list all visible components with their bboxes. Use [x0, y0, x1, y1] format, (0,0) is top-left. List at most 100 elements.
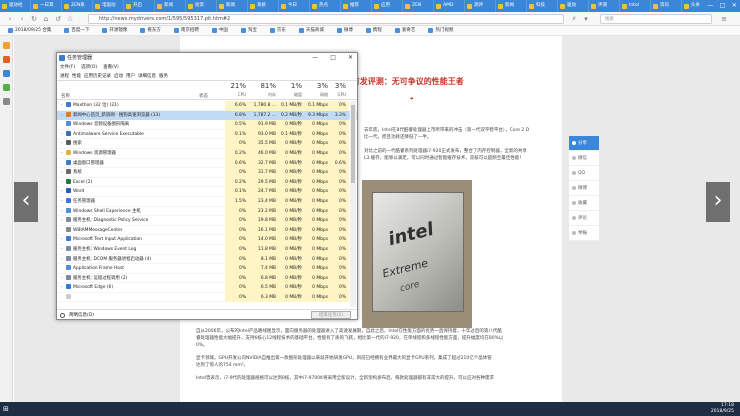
process-row[interactable]: › 搜索 0% 35.5 MB 0 MB/秒 0 Mbps 0% [57, 139, 357, 149]
minimize-icon[interactable]: — [312, 53, 318, 63]
column-gpu[interactable]: 3% GPU [331, 81, 349, 100]
tab-processes[interactable]: 进程 [60, 72, 69, 80]
dropdown-icon[interactable]: ▾ [582, 15, 590, 23]
browser-tab[interactable]: 开启 [124, 0, 155, 12]
bookmark-item[interactable]: 淘宝 [240, 26, 257, 35]
column-name[interactable]: 名称 [61, 93, 70, 99]
browser-tab[interactable]: 测评 [465, 0, 496, 12]
share-item[interactable]: 评论 [569, 211, 599, 226]
tab-services[interactable]: 服务 [159, 72, 168, 80]
collapse-icon[interactable] [60, 313, 65, 318]
tool-icon[interactable] [3, 98, 10, 105]
process-row[interactable]: 0% 6.3 MB 0 MB/秒 0 Mbps 0% [57, 292, 357, 303]
expand-chevron-icon[interactable]: › [61, 168, 65, 178]
process-row[interactable]: › 服务主机: 远程过程调用 (2) 0% 6.8 MB 0 MB/秒 0 Mbps 0% [57, 273, 357, 284]
expand-chevron-icon[interactable]: › [61, 178, 65, 188]
end-task-button[interactable]: 结束任务(E) [311, 311, 351, 319]
next-arrow-button[interactable]: › [706, 182, 730, 222]
bookmark-item[interactable]: 热门视频 [428, 26, 453, 35]
maximize-icon[interactable]: □ [720, 0, 726, 12]
minimize-icon[interactable]: — [707, 0, 713, 12]
browser-tab[interactable]: 资讯 [651, 0, 682, 12]
expand-chevron-icon[interactable]: › [61, 130, 65, 140]
expand-chevron-icon[interactable]: › [61, 139, 65, 149]
taskbar-clock[interactable]: 17:18 2018/9/25 [711, 403, 734, 415]
expand-chevron-icon[interactable]: › [61, 187, 65, 197]
column-cpu[interactable]: 21% CPU [225, 81, 249, 100]
browser-tab[interactable]: 新闻 [217, 0, 248, 12]
browser-tab[interactable]: 新闻 [155, 0, 186, 12]
app-icon[interactable] [3, 84, 10, 91]
bookmark-item[interactable]: 开源镜像 [102, 26, 127, 35]
browser-tab[interactable]: 驱动 [558, 0, 589, 12]
menu-icon[interactable]: ≡ [720, 15, 728, 23]
browser-tab[interactable]: 驱动经 [0, 0, 31, 12]
process-row[interactable]: › Antimalware Service Executable 0.1% 93.0 … [57, 129, 357, 140]
share-item[interactable]: 微信 [569, 151, 599, 166]
expand-chevron-icon[interactable]: › [61, 245, 65, 255]
refresh-icon[interactable]: ↻ [30, 15, 38, 23]
menu-options[interactable]: 选项(O) [81, 63, 97, 72]
note-icon[interactable] [3, 70, 10, 77]
bookmark-item[interactable]: 百度一下 [64, 26, 89, 35]
process-row[interactable]: 桌面窗口管理器 0.6% 32.7 MB 0 MB/秒 0 Mbps 0.6% [57, 158, 357, 169]
bookmark-item[interactable]: 中国 [211, 26, 228, 35]
column-status[interactable]: 状态 [199, 93, 208, 99]
menu-file[interactable]: 文件(F) [60, 63, 75, 72]
process-row[interactable]: › 服务主机: DCOM 服务器进程启动器 (4) 0% 8.1 MB 0 MB/秒 0 … [57, 254, 357, 265]
process-row[interactable]: › Microsoft Edge (6) 0% 6.5 MB 0 MB/秒 0 Mbps 0… [57, 283, 357, 293]
back-icon[interactable]: ‹ [6, 15, 14, 23]
browser-tab[interactable]: 评测 [589, 0, 620, 12]
browser-tab[interactable]: ZEN [403, 0, 434, 12]
process-row[interactable]: › 新闻中心首页_新浪网 · 搜狗高速浏览器 (13) 6.8% 1,787.2 ..… [57, 110, 357, 121]
favorite-icon[interactable]: ☆ [66, 15, 74, 23]
share-item[interactable]: QQ [569, 166, 599, 181]
process-row[interactable]: › 系统 0% 31.7 MB 0 MB/秒 0 Mbps 0% [57, 168, 357, 178]
lightning-icon[interactable]: ⚡ [570, 15, 578, 23]
process-row[interactable]: Application Frame Host 0% 7.4 MB 0 MB/秒 0 Mb… [57, 264, 357, 274]
share-item[interactable]: 举报 [569, 226, 599, 241]
close-icon[interactable]: ✕ [348, 53, 353, 63]
start-icon[interactable]: ⊞ [3, 405, 11, 413]
bookmark-item[interactable]: 看东方 [140, 26, 161, 35]
browser-tab[interactable]: 科技 [527, 0, 558, 12]
expand-chevron-icon[interactable]: › [61, 235, 65, 245]
expand-chevron-icon[interactable]: › [61, 274, 65, 284]
bookmark-item[interactable]: 京东 [269, 26, 286, 35]
heart-icon[interactable]: ❤ [410, 96, 413, 101]
process-row[interactable]: › 服务主机: Diagnostic Policy Service 0% 19.8 M… [57, 216, 357, 226]
expand-chevron-icon[interactable]: › [61, 255, 65, 265]
undo-icon[interactable]: ↺ [54, 15, 62, 23]
tab-startup[interactable]: 启动 [114, 72, 123, 80]
expand-chevron-icon[interactable]: › [61, 149, 65, 159]
maximize-icon[interactable]: □ [330, 53, 336, 63]
expand-chevron-icon[interactable]: › [61, 197, 65, 207]
process-row[interactable]: › Windows Shell Experience 主机 0% 23.2 MB 0 M… [57, 206, 357, 217]
tab-performance[interactable]: 性能 [72, 72, 81, 80]
browser-tab[interactable]: AMD [434, 0, 465, 12]
tab-details[interactable]: 详细信息 [138, 72, 156, 80]
tab-app-history[interactable]: 应用历史记录 [84, 72, 111, 80]
column-memory[interactable]: 81% 内存 [249, 81, 279, 100]
browser-tab[interactable]: ZEN系 [62, 0, 93, 12]
browser-tab[interactable]: Intel [620, 0, 651, 12]
tab-users[interactable]: 用户 [126, 72, 135, 80]
process-row[interactable]: › Word 0.1% 24.7 MB 0 MB/秒 0 Mbps 0% [57, 187, 357, 197]
expand-chevron-icon[interactable]: › [61, 216, 65, 226]
expand-chevron-icon[interactable]: › [61, 111, 65, 121]
browser-tab[interactable]: 一日耳 [31, 0, 62, 12]
process-row[interactable]: › Excel (2) 0.2% 29.5 MB 0 MB/秒 0 Mbps 0% [57, 177, 357, 188]
column-disk[interactable]: 1% 磁盘 [279, 81, 305, 100]
share-item[interactable]: 微博 [569, 181, 599, 196]
column-network[interactable]: 3% 网络 [305, 81, 331, 100]
bookmark-item[interactable]: 南京招聘 [173, 26, 199, 35]
expand-chevron-icon[interactable]: › [61, 207, 65, 217]
expand-chevron-icon[interactable]: › [61, 101, 65, 111]
browser-tab[interactable]: 电驱动 [93, 0, 124, 12]
close-icon[interactable]: ✕ [732, 0, 737, 12]
share-item[interactable]: 分享 [569, 136, 599, 151]
browser-tab[interactable]: 今日 [279, 0, 310, 12]
process-row[interactable]: › 任务管理器 1.5% 23.4 MB 0 MB/秒 0 Mbps 0% [57, 196, 357, 207]
forward-icon[interactable]: › [18, 15, 26, 23]
expand-chevron-icon[interactable]: › [61, 283, 65, 293]
